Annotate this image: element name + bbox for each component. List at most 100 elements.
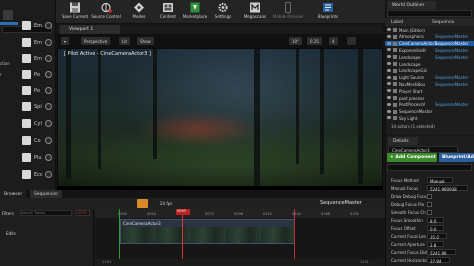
add-component-button[interactable]: + Add Component [387,153,437,162]
outliner-row[interactable]: Main (Editor) [385,27,474,33]
outliner-row[interactable]: LandscapeGiz [385,68,474,74]
viewport-toolbar: ▾ Perspective Lit Show 10° 0.25 4 [57,34,383,48]
visibility-eye-icon[interactable] [387,55,391,59]
tab-details[interactable]: Details [388,137,418,145]
mode-item[interactable]: Ecc [0,168,55,181]
perspective-button[interactable]: Perspective [81,37,111,45]
blueprint-add-script-button[interactable]: Blueprint/Add [439,153,474,162]
property-value[interactable]: 5241.96 [427,249,456,256]
show-button[interactable]: Show [137,37,154,45]
property-value[interactable]: Manual [427,177,453,184]
megascans-button[interactable]: Megascans [240,1,270,23]
outliner-row[interactable]: post process [385,95,474,101]
property-value[interactable]: 8.0 [427,217,444,224]
settings-button[interactable]: Settings [208,1,238,23]
visibility-eye-icon[interactable] [387,89,391,93]
mode-item[interactable]: Em [0,36,55,49]
save-current-label: Save Current [61,14,89,19]
column-label[interactable]: Label [391,20,403,25]
outliner-row[interactable]: PostProcessV SequenceMaster [385,102,474,108]
visibility-eye-icon[interactable] [387,48,391,52]
actor-label: Main (Editor) [399,27,425,33]
tab-viewport[interactable]: Viewport 1 [60,25,120,34]
current-frame-field[interactable]: 0093 [76,210,90,216]
property-checkbox[interactable] [427,193,432,199]
mode-item[interactable]: Po [0,68,55,81]
outliner-row[interactable]: NavMeshBou SequenceMaster [385,81,474,87]
column-type[interactable]: Sequence [432,20,454,25]
camera-speed[interactable]: 4 [329,37,338,45]
mode-item[interactable]: Em [0,19,55,32]
mode-item[interactable]: Spi [0,100,55,113]
marketplace-button[interactable]: Marketplace [180,1,210,23]
outliner-search-input[interactable] [387,10,472,17]
visibility-eye-icon[interactable] [387,34,391,38]
actor-name-field[interactable]: CineCameraActor3 [388,146,458,153]
tab-browser[interactable]: Browser [0,190,27,198]
outliner-row[interactable]: Sky Light [385,115,474,121]
marketplace-icon [190,2,200,13]
property-checkbox[interactable] [427,201,432,207]
level-viewport[interactable] [57,48,383,189]
mode-item[interactable]: Cyl [0,117,55,130]
camera-lock-icon[interactable] [137,199,148,208]
visibility-eye-icon[interactable] [387,116,391,120]
source-control-button[interactable]: Source Control [91,1,121,23]
track-search-input[interactable] [20,210,72,216]
visibility-eye-icon[interactable] [387,75,391,79]
outliner-row[interactable]: SequenceMaster [385,109,474,115]
actor-label: PostProcessV [399,102,426,108]
property-value[interactable]: 5241.960938 [427,185,468,192]
property-value[interactable]: 2.8 [427,241,444,248]
viewport-menu-icon[interactable]: ▾ [61,37,69,45]
view-range-start: -1101 [101,260,112,264]
property-row: Smooth Focus Ch [385,208,474,216]
mode-item[interactable]: Em [0,52,55,65]
visibility-eye-icon[interactable] [387,68,391,72]
mode-item[interactable]: Plu [0,151,55,164]
outliner-row[interactable]: Landscape SequenceMaster [385,54,474,60]
playback-end-marker[interactable] [294,209,295,266]
playback-start-marker[interactable] [119,209,120,266]
visibility-eye-icon[interactable] [387,62,391,65]
blueprints-button[interactable]: Blueprints [313,1,343,23]
frame-rate-selector[interactable]: 24 fps [160,201,172,206]
maximize-icon[interactable] [347,37,356,45]
blueprints-icon [323,3,333,12]
gear-icon [218,2,228,13]
mobile-preview-button[interactable]: Mobile Preview [273,1,303,23]
property-value[interactable]: 37.84 [427,257,450,264]
modes-button[interactable]: Modes [124,1,154,23]
visibility-eye-icon[interactable] [387,96,391,99]
visibility-eye-icon[interactable] [387,102,391,106]
mode-item[interactable]: Co [0,134,55,147]
property-value[interactable]: 35.0 [427,233,447,240]
outliner-row[interactable]: Player Start [385,88,474,94]
lit-button[interactable]: Lit [119,37,130,45]
outliner-row[interactable]: ExponentialH SequenceMaster [385,47,474,53]
mode-item[interactable]: Po [0,84,55,97]
content-button[interactable]: Content [153,1,183,23]
sequence-breadcrumb[interactable]: SequenceMaster [320,200,362,206]
outliner-row[interactable]: CineCameraActor3 SequenceMaster [385,40,474,47]
tab-sequencer[interactable]: Sequencer [30,190,63,198]
property-value[interactable]: 0.0 [427,225,444,232]
visibility-eye-icon[interactable] [387,82,391,86]
camera-shot-section[interactable]: CineCameraActor3 [120,219,295,244]
save-current-button[interactable]: Save Current [60,1,90,23]
tab-world-outliner[interactable]: World Outliner [388,1,436,9]
filters-button[interactable]: Filters [2,211,14,216]
actor-icon [22,86,31,95]
visibility-eye-icon[interactable] [387,28,391,31]
outliner-row[interactable]: Landscape [385,61,474,67]
playhead[interactable] [182,209,183,266]
visibility-eye-icon[interactable] [387,109,391,113]
property-checkbox[interactable] [427,209,432,215]
rotation-snap[interactable]: 10° [289,37,303,45]
details-search-input[interactable] [387,164,472,171]
outliner-row[interactable]: Light Source SequenceMaster [385,75,474,81]
scale-snap[interactable]: 0.25 [307,37,322,45]
visibility-eye-icon[interactable] [387,41,391,45]
actor-sequence: SequenceMaster [435,75,469,81]
outliner-row[interactable]: Atmospheric SequenceMaster [385,34,474,40]
